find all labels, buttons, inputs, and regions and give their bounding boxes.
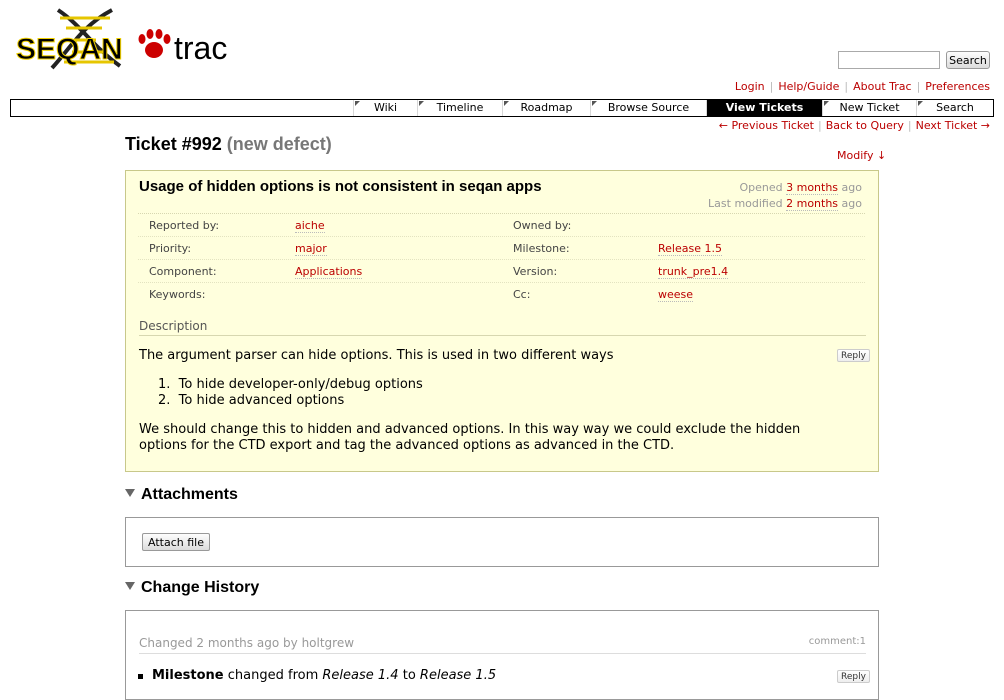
nav-timeline[interactable]: Timeline bbox=[417, 100, 502, 116]
modified-suffix: ago bbox=[841, 197, 862, 210]
attachments-heading: Attachments bbox=[141, 486, 238, 503]
ticket-properties: Reported by: aiche Owned by: Priority: m… bbox=[138, 213, 865, 306]
change-history-heading: Change History bbox=[141, 579, 260, 596]
description-reply-button[interactable]: Reply bbox=[837, 349, 870, 362]
change-suffix: ago by bbox=[256, 636, 298, 650]
change-history-toggle[interactable]: Change History bbox=[125, 579, 259, 597]
property-row: Keywords: Cc: weese bbox=[138, 283, 865, 306]
about-trac-link[interactable]: About Trac bbox=[853, 80, 911, 93]
nav-roadmap[interactable]: Roadmap bbox=[502, 100, 590, 116]
logo-seqan-text: SEQAN bbox=[16, 33, 123, 66]
change-from-value: Release 1.4 bbox=[322, 668, 399, 683]
ticket-dates: Opened 3 months ago Last modified 2 mont… bbox=[708, 180, 862, 212]
bullet-icon bbox=[138, 674, 143, 679]
opened-label: Opened bbox=[739, 181, 783, 194]
description-heading: Description bbox=[139, 319, 866, 336]
logo-graphic: SEQAN trac bbox=[16, 8, 227, 70]
change-to-text: to bbox=[402, 668, 416, 683]
attachments-toggle[interactable]: Attachments bbox=[125, 486, 238, 504]
change-entry-header: Changed 2 months ago by holtgrew comment… bbox=[139, 636, 866, 654]
milestone-label: Milestone: bbox=[513, 242, 570, 255]
collapse-triangle-icon bbox=[125, 489, 135, 497]
modify-link-wrapper: Modify ↓ bbox=[837, 149, 886, 162]
change-from-text: changed from bbox=[227, 668, 319, 683]
list-item: 2. To hide advanced options bbox=[158, 393, 345, 408]
context-navigation: ← Previous Ticket | Back to Query | Next Tic… bbox=[718, 119, 990, 132]
svg-text:SEQAN: SEQAN bbox=[16, 33, 123, 66]
change-field: Milestone bbox=[152, 668, 224, 683]
list-item: 1. To hide developer-only/debug options bbox=[158, 377, 423, 392]
property-row: Component: Applications Version: trunk_p… bbox=[138, 260, 865, 283]
nav-wiki[interactable]: Wiki bbox=[353, 100, 417, 116]
ticket-box: Usage of hidden options is not consisten… bbox=[125, 170, 879, 472]
milestone-value[interactable]: Release 1.5 bbox=[658, 242, 722, 256]
description-list: 1. To hide developer-only/debug options … bbox=[158, 377, 423, 409]
meta-navigation: Login | Help/Guide | About Trac | Preferences bbox=[734, 80, 990, 93]
owned-by-label: Owned by: bbox=[513, 219, 572, 232]
nav-search[interactable]: Search bbox=[916, 100, 993, 116]
nav-new-ticket[interactable]: New Ticket bbox=[822, 100, 916, 116]
ticket-summary: Usage of hidden options is not consisten… bbox=[139, 178, 542, 195]
opened-suffix: ago bbox=[841, 181, 862, 194]
nav-browse-source[interactable]: Browse Source bbox=[590, 100, 706, 116]
priority-label: Priority: bbox=[149, 242, 192, 255]
collapse-triangle-icon bbox=[125, 582, 135, 590]
change-author: holtgrew bbox=[301, 636, 355, 650]
modified-timeline-link[interactable]: 2 months bbox=[786, 197, 839, 211]
component-value[interactable]: Applications bbox=[295, 265, 363, 279]
keywords-label: Keywords: bbox=[149, 288, 206, 301]
ticket-number: Ticket #992 bbox=[125, 134, 222, 154]
attach-file-button[interactable]: Attach file bbox=[142, 533, 210, 551]
cc-label: Cc: bbox=[513, 288, 531, 301]
login-link[interactable]: Login bbox=[735, 80, 765, 93]
comment-number-link[interactable]: comment:1 bbox=[809, 636, 866, 647]
priority-value[interactable]: major bbox=[295, 242, 327, 256]
change-list-item: Milestone changed from Release 1.4 to Re… bbox=[138, 668, 497, 683]
change-history-box: Changed 2 months ago by holtgrew comment… bbox=[125, 610, 879, 700]
main-navigation: Wiki Timeline Roadmap Browse Source View… bbox=[10, 99, 994, 117]
search-input[interactable] bbox=[838, 51, 940, 69]
help-guide-link[interactable]: Help/Guide bbox=[778, 80, 839, 93]
svg-text:trac: trac bbox=[174, 30, 227, 66]
change-to-value: Release 1.5 bbox=[419, 668, 497, 683]
next-ticket-link[interactable]: Next Ticket → bbox=[916, 119, 990, 132]
description-body: We should change this to hidden and adva… bbox=[139, 422, 801, 453]
page-title: Ticket #992 (new defect) bbox=[125, 134, 332, 155]
back-to-query-link[interactable]: Back to Query bbox=[826, 119, 904, 132]
previous-ticket-link[interactable]: ← Previous Ticket bbox=[719, 119, 814, 132]
cc-value[interactable]: weese bbox=[658, 288, 694, 302]
change-prefix: Changed bbox=[139, 636, 193, 650]
change-reply-button[interactable]: Reply bbox=[837, 670, 870, 683]
change-time-link[interactable]: 2 months bbox=[196, 636, 253, 650]
reported-by-label: Reported by: bbox=[149, 219, 220, 232]
preferences-link[interactable]: Preferences bbox=[925, 80, 990, 93]
property-row: Priority: major Milestone: Release 1.5 bbox=[138, 237, 865, 260]
paw-icon bbox=[138, 29, 171, 58]
attachments-box: Attach file bbox=[125, 517, 879, 567]
modified-label: Last modified bbox=[708, 197, 783, 210]
nav-view-tickets[interactable]: View Tickets bbox=[706, 100, 822, 116]
logo-trac-text: trac bbox=[174, 30, 227, 66]
opened-timeline-link[interactable]: 3 months bbox=[786, 181, 839, 195]
search-button[interactable]: Search bbox=[946, 51, 990, 69]
component-label: Component: bbox=[149, 265, 217, 278]
description-intro: The argument parser can hide options. Th… bbox=[139, 348, 614, 363]
reported-by-value[interactable]: aiche bbox=[295, 219, 325, 233]
version-label: Version: bbox=[513, 265, 558, 278]
ticket-status: (new defect) bbox=[226, 134, 332, 154]
modify-link[interactable]: Modify ↓ bbox=[837, 149, 886, 162]
property-row: Reported by: aiche Owned by: bbox=[138, 214, 865, 237]
version-value[interactable]: trunk_pre1.4 bbox=[658, 265, 729, 279]
seqan-trac-logo[interactable]: SEQAN trac bbox=[12, 6, 234, 72]
